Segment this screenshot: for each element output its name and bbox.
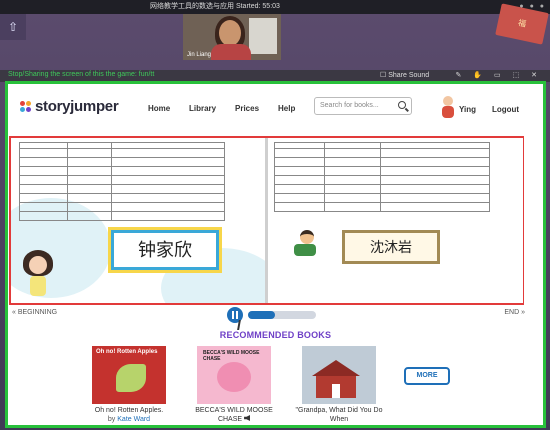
participant-face [219, 20, 241, 46]
progress-fill [248, 311, 276, 319]
girl-dress [30, 276, 46, 296]
page-progress-slider[interactable] [248, 311, 316, 319]
avatar[interactable] [440, 94, 456, 118]
search-icon[interactable] [398, 101, 406, 109]
search-input[interactable]: Search for books... [314, 97, 412, 115]
speaker-icon [244, 415, 251, 421]
book-cover[interactable]: Oh no! Rotten Apples [92, 346, 166, 404]
boy-shirt [294, 244, 316, 256]
storyjumper-header: storyjumper Home Library Prices Help Sea… [8, 84, 543, 132]
search-placeholder: Search for books... [320, 102, 379, 109]
book-page-left: 钟家欣 [11, 138, 266, 303]
book-title[interactable]: BECCA'S WILD MOOSE CHASE [184, 406, 284, 424]
arrow-up-icon: ⇧ [0, 14, 26, 40]
share-sound-toggle[interactable]: ☐ Share Sound [380, 71, 429, 79]
book-cover[interactable] [302, 346, 376, 404]
book-cover[interactable]: BECCA'S WILD MOOSE CHASE [197, 346, 271, 404]
nav-help[interactable]: Help [278, 104, 295, 113]
student-name-plate: 钟家欣 [111, 230, 219, 270]
share-status-text: Stop/Sharing the screen of this the game… [8, 71, 155, 78]
avatar-body [442, 106, 454, 118]
student-name-plate: 沈沐岩 [342, 230, 440, 264]
meeting-title: 网络教学工具的数选与应用 Started: 55:03 [150, 3, 280, 10]
mouse-cursor-icon [237, 320, 247, 330]
logout-link[interactable]: Logout [492, 105, 519, 114]
book-title-text: BECCA'S WILD MOOSE CHASE [195, 407, 273, 423]
book-author-prefix: by [107, 416, 116, 423]
share-toolbar-icons[interactable]: ✎ ✋ ▭ ⬚ ✕ [456, 71, 542, 79]
apple-illustration [116, 364, 146, 392]
book-pager: « BEGINNING END » [8, 307, 543, 323]
girl-illustration [23, 250, 53, 300]
vocab-table-left [19, 142, 225, 221]
logo-text: storyjumper [35, 98, 119, 115]
vocab-table-right [274, 142, 490, 212]
logo-dots-icon [20, 100, 32, 113]
video-window-background [249, 18, 277, 54]
girl-face [29, 256, 47, 274]
book-title[interactable]: "Grandpa, What Did You Do When [289, 406, 389, 424]
barn-illustration [316, 376, 356, 398]
shared-screen: storyjumper Home Library Prices Help Sea… [5, 81, 546, 428]
nav-home[interactable]: Home [148, 104, 170, 113]
end-link[interactable]: END » [504, 309, 525, 316]
barn-roof [312, 360, 360, 376]
book-cover-text: BECCA'S WILD MOOSE CHASE [203, 350, 260, 362]
avatar-head [443, 96, 453, 106]
book-page-right: 沈沐岩 [268, 138, 523, 303]
book-viewer: 钟家欣 沈沐岩 [9, 136, 524, 305]
more-button[interactable]: MORE [404, 367, 450, 385]
book-title[interactable]: Oh no! Rotten Apples. by Kate Ward [79, 406, 179, 424]
boy-illustration [290, 230, 320, 260]
storyjumper-logo[interactable]: storyjumper [20, 98, 119, 115]
participant-name: Jin Liang [187, 52, 212, 58]
boy-head [300, 230, 314, 244]
pig-illustration [217, 362, 251, 392]
book-title-text: Oh no! Rotten Apples. [94, 407, 164, 414]
user-name[interactable]: Ying [459, 105, 476, 114]
book-author-link[interactable]: Kate Ward [117, 416, 150, 423]
book-cover-text: Oh no! Rotten Apples [96, 349, 158, 355]
zoom-top-bar: 网络教学工具的数选与应用 Started: 55:03 ● ● ● [0, 0, 550, 14]
book-title-text: "Grandpa, What Did You Do When [295, 407, 383, 423]
nav-prices[interactable]: Prices [235, 104, 259, 113]
recommended-books-heading: RECOMMENDED BOOKS [219, 330, 332, 340]
nav-library[interactable]: Library [189, 104, 216, 113]
beginning-link[interactable]: « BEGINNING [12, 309, 57, 316]
share-sound-label: Share Sound [388, 72, 430, 79]
participant-video[interactable]: Jin Liang [183, 14, 281, 60]
participant-body [211, 44, 251, 60]
